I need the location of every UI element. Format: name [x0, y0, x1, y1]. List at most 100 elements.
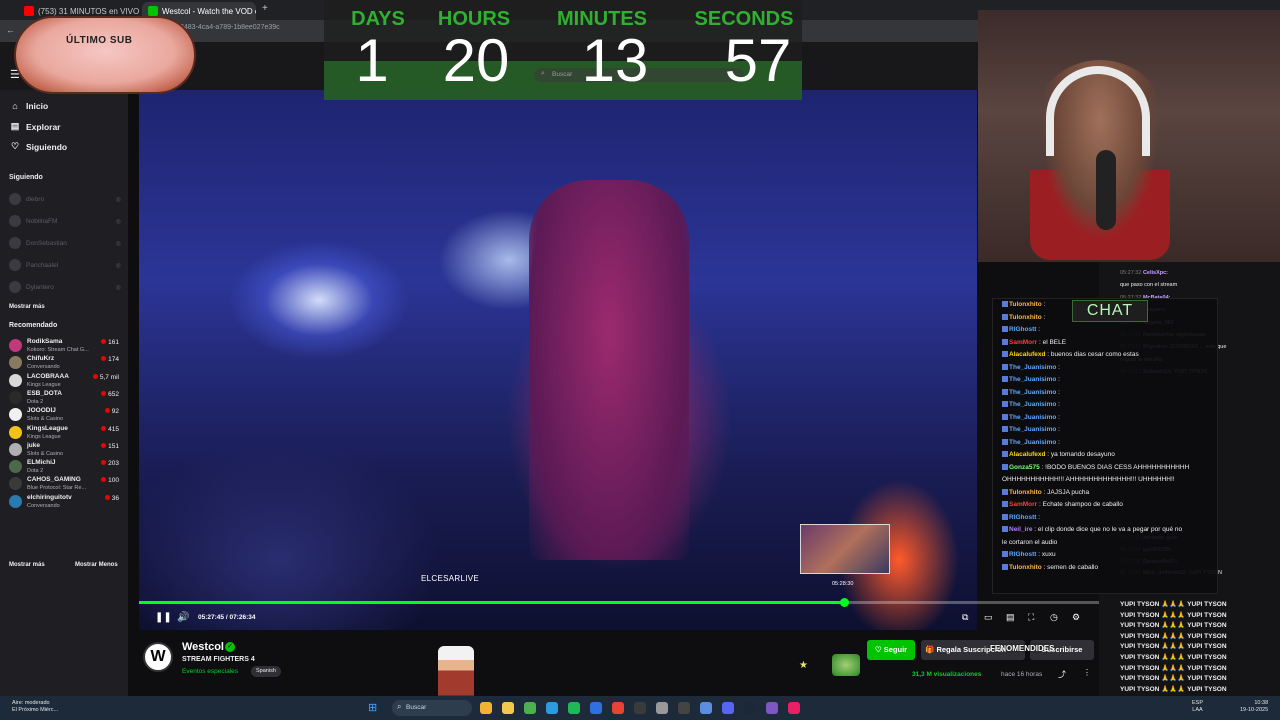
chat-username[interactable]: The_Juanisimo	[1009, 439, 1056, 446]
clip-icon[interactable]: ⧉	[962, 612, 968, 623]
settings-gear-icon[interactable]: ⚙	[1072, 612, 1080, 623]
chat-username[interactable]: The_Juanisimo	[1009, 414, 1056, 421]
nav-explorar[interactable]: ▤ Explorar	[10, 121, 61, 132]
chat-username[interactable]: RIGhostt	[1009, 326, 1036, 333]
chat-username[interactable]: The_Juanisimo	[1009, 401, 1056, 408]
theatre-icon[interactable]: ▭	[984, 612, 993, 623]
chat-text: semen de caballo	[1047, 563, 1099, 571]
chat-username[interactable]: SamMorr	[1009, 339, 1037, 346]
photos-icon[interactable]	[700, 702, 712, 714]
app-icon[interactable]	[788, 702, 800, 714]
terminal-icon[interactable]	[678, 702, 690, 714]
channel-name: juke	[27, 441, 41, 449]
fullscreen-icon[interactable]: ⛶	[1028, 612, 1034, 623]
heart-icon: ♡	[10, 141, 20, 151]
chat-username[interactable]: CelisXpc:	[1143, 270, 1168, 276]
recommended-channel[interactable]: elchiringuitotv Conversando 36	[9, 492, 121, 514]
chrome-icon[interactable]	[524, 702, 536, 714]
weather-widget[interactable]: Aire: moderado El Próximo Miérc...	[12, 700, 58, 714]
speed-icon[interactable]: ◷	[1050, 612, 1058, 623]
following-item[interactable]: Panchaalel ◍	[9, 256, 121, 274]
spam-message: YUPI TYSON 🙏🙏🙏 YUPI TYSON	[1120, 664, 1227, 672]
share-icon[interactable]: ⤴	[1058, 669, 1066, 680]
obs-icon[interactable]	[634, 702, 646, 714]
channel-avatar[interactable]: W	[143, 642, 173, 672]
badge-icon	[1002, 501, 1008, 508]
following-item[interactable]: Dylantero ◍	[9, 278, 121, 296]
follow-button[interactable]: ♡ Seguir	[867, 640, 915, 660]
chrome-icon[interactable]	[612, 702, 624, 714]
countdown-minutes: 13	[581, 27, 649, 94]
chat-message: The_Juanisimo :	[1002, 376, 1214, 384]
store-icon[interactable]	[590, 702, 602, 714]
chat-username[interactable]: The_Juanisimo	[1009, 426, 1056, 433]
chat-username[interactable]: The_Juanisimo	[1009, 376, 1056, 383]
chat-username[interactable]: Alacalufexd	[1009, 351, 1046, 358]
widget-icon[interactable]	[480, 702, 492, 714]
countdown-days: 1	[355, 27, 389, 94]
pause-icon[interactable]: ❚❚	[155, 612, 172, 623]
following-item[interactable]: NobilnaFM ◍	[9, 212, 121, 230]
edge-icon[interactable]	[546, 702, 558, 714]
chat-username[interactable]: Tulonxhito	[1009, 564, 1042, 571]
language-tag[interactable]: Spanish	[251, 666, 281, 677]
steam-icon[interactable]	[744, 702, 756, 714]
taskbar-search[interactable]: Buscar	[392, 700, 472, 716]
show-more-recommended[interactable]: Mostrar más	[9, 562, 45, 568]
chat-username[interactable]: RIGhostt	[1009, 551, 1036, 558]
show-more-following[interactable]: Mostrar más	[9, 304, 45, 310]
language-indicator[interactable]: ESP LAA	[1192, 700, 1203, 714]
chat-text: xuxu	[1041, 551, 1056, 558]
channel-name[interactable]: Westcol	[182, 641, 224, 653]
badge-icon	[1002, 388, 1008, 395]
seek-bar-handle[interactable]	[839, 598, 849, 607]
new-tab-button[interactable]: +	[262, 3, 268, 14]
chat-message: Gonza575 : !BODO BUENOS DIAS CESS AHHHHH…	[1002, 464, 1214, 472]
windows-start-icon[interactable]: ⊞	[368, 701, 377, 714]
chat-username[interactable]: Tulonxhito	[1009, 489, 1042, 496]
chat-username[interactable]: The_Juanisimo	[1009, 364, 1056, 371]
chat-text: buenos dias cesar como estas	[1050, 351, 1139, 358]
url-text[interactable]: 3483-4ca4-a789-1b8ee027e39c	[180, 24, 280, 31]
vod-chat-message: que paso con el stream	[1120, 282, 1177, 288]
nav-siguiendo[interactable]: ♡ Siguiendo	[10, 141, 67, 152]
chat-username[interactable]: RIGhostt	[1009, 514, 1036, 521]
offline-icon: ◍	[115, 240, 121, 247]
following-item[interactable]: DonSebastian ◍	[9, 234, 121, 252]
chat-username[interactable]: Alacalufexd	[1009, 451, 1046, 458]
badge-icon	[1002, 463, 1008, 470]
chat-text: el BELÉ	[1042, 338, 1067, 346]
chat-message: Alacalufexd : ya tomando desayuno	[1002, 451, 1214, 459]
youtube-icon	[24, 6, 34, 16]
chat-username[interactable]: Neil_ire	[1009, 526, 1033, 533]
channel-category: Kokoro: Stream Chat G...	[27, 347, 89, 353]
avatar	[9, 237, 21, 249]
chat-username[interactable]: The_Juanisimo	[1009, 389, 1056, 396]
search-icon: ⌕	[541, 70, 545, 77]
app-icon[interactable]	[766, 702, 778, 714]
discord-icon[interactable]	[722, 702, 734, 714]
more-options-icon[interactable]: ⋮	[1083, 668, 1091, 677]
back-arrow-icon[interactable]: ←	[6, 25, 15, 35]
nav-inicio[interactable]: ⌂ Inicio	[10, 101, 48, 111]
following-item[interactable]: diebro ◍	[9, 190, 121, 208]
file-explorer-icon[interactable]	[502, 702, 514, 714]
chat-message: The_Juanisimo :	[1002, 414, 1214, 422]
view-count: 31,3 M visualizaciones	[912, 671, 982, 678]
spotify-icon[interactable]	[568, 702, 580, 714]
show-less-button[interactable]: Mostrar Menos	[75, 562, 118, 568]
chat-username[interactable]: Tulonxhito	[1009, 301, 1042, 308]
channel-category: Slots & Casino	[27, 450, 64, 457]
channel-category: Blue Protocol: Star Re...	[27, 485, 86, 492]
overlay-banner-text: FENOMENDIDES	[990, 644, 1055, 653]
channel-category: Slots & Casino	[27, 416, 64, 423]
settings-icon[interactable]	[656, 702, 668, 714]
offline-icon: ◍	[115, 218, 121, 225]
chat-username[interactable]: SamMorr	[1009, 501, 1037, 508]
captions-icon[interactable]: ▤	[1006, 612, 1015, 623]
system-clock[interactable]: 10:38 19-10-2025	[1240, 700, 1268, 714]
volume-icon[interactable]: 🔊	[177, 612, 189, 623]
chat-username[interactable]: Tulonxhito	[1009, 314, 1042, 321]
chat-username[interactable]: Gonza575	[1009, 464, 1040, 471]
stream-category[interactable]: Eventos especiales	[182, 668, 238, 675]
